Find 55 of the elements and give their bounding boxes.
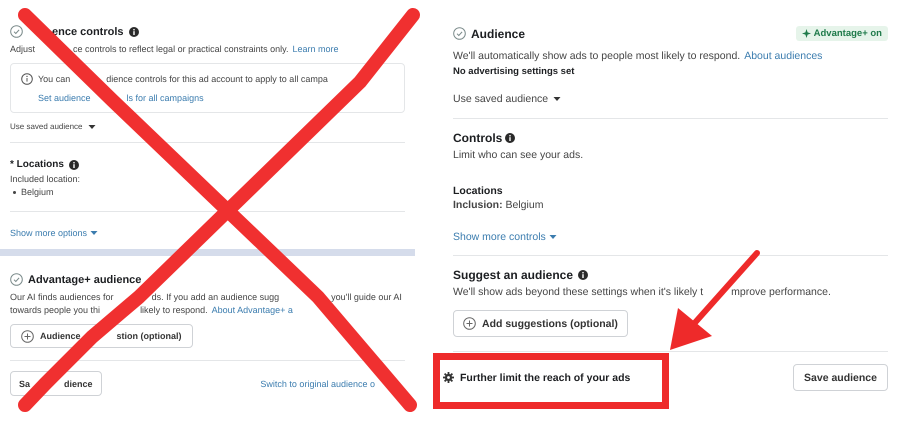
set-controls-link[interactable]: Set audience	[38, 93, 91, 103]
description-text: We'll automatically show ads to people most likely to respond.	[453, 50, 740, 62]
bullet	[13, 190, 16, 194]
check-circle-icon	[10, 273, 23, 286]
set-controls-link[interactable]: ls for all campaigns	[126, 93, 204, 103]
about-audiences-link[interactable]: About audiences	[744, 50, 822, 62]
learn-more-link[interactable]: Learn more	[292, 44, 338, 54]
locations-label: Locations	[453, 185, 504, 197]
show-more-options-link[interactable]: Show more options	[10, 228, 98, 238]
info-icon	[505, 133, 516, 143]
description-text: Adjust	[10, 44, 36, 54]
description-text: likely to respond.	[140, 305, 208, 315]
section-title: ence controls	[52, 26, 124, 38]
settings-note: No advertising settings set	[453, 66, 576, 77]
plus-circle-icon	[463, 317, 476, 330]
sparkle-icon	[802, 29, 811, 38]
saved-audience-dropdown[interactable]: Use saved audience	[453, 93, 562, 105]
check-circle-icon	[10, 25, 23, 38]
included-location-label: Included location:	[10, 174, 82, 184]
switch-original-link[interactable]: Switch to original audience o	[260, 378, 375, 388]
description-text: Limit who can see your ads.	[453, 149, 584, 161]
notice-text: dience controls for this ad account to apply to all campa	[106, 74, 328, 84]
section-title: Audience	[471, 26, 526, 40]
info-icon	[21, 73, 33, 85]
about-advantage-link[interactable]: About Advantage+ a	[212, 305, 293, 315]
info-icon	[68, 160, 79, 170]
add-suggestions-button[interactable]: Add suggestions (optional)	[453, 310, 628, 337]
caret-icon	[548, 234, 557, 240]
description-text: ds. If you add an audience sugg	[152, 292, 280, 302]
save-audience-button[interactable]: Save audience	[793, 364, 888, 391]
caret-icon	[90, 230, 98, 236]
info-icon	[578, 270, 588, 280]
further-limit-link[interactable]: Further limit the reach of your ads	[443, 372, 630, 384]
description-text: mprove performance.	[731, 286, 831, 298]
check-circle-icon	[453, 27, 466, 40]
saved-audience-dropdown[interactable]: Use saved audience	[10, 122, 96, 131]
section-title: Advantage+ audience	[28, 274, 142, 286]
info-icon	[128, 26, 139, 36]
advantage-badge: Advantage+ on	[796, 26, 888, 41]
show-more-controls-link[interactable]: Show more controls	[453, 231, 557, 243]
inclusion-text: Inclusion: Belgium	[453, 199, 544, 211]
location-item: Belgium	[21, 187, 54, 197]
description-text: We'll show ads beyond these settings when it's likely t	[453, 286, 704, 298]
notice-text: You can	[38, 74, 70, 84]
section-title: Controls	[453, 131, 502, 145]
caret-icon	[553, 96, 562, 102]
description-text: towards people you thi	[10, 305, 100, 315]
description-text: Our AI finds audiences for	[10, 292, 114, 302]
caret-icon	[88, 124, 96, 130]
description-text: you'll guide our AI	[331, 292, 402, 302]
plus-circle-icon	[21, 330, 34, 342]
section-title: Suggest an audience	[453, 268, 574, 282]
locations-label: * Locations	[10, 159, 64, 170]
description-text: ce controls to reflect legal or practical constraints only.	[73, 44, 288, 54]
gear-icon	[443, 372, 454, 383]
